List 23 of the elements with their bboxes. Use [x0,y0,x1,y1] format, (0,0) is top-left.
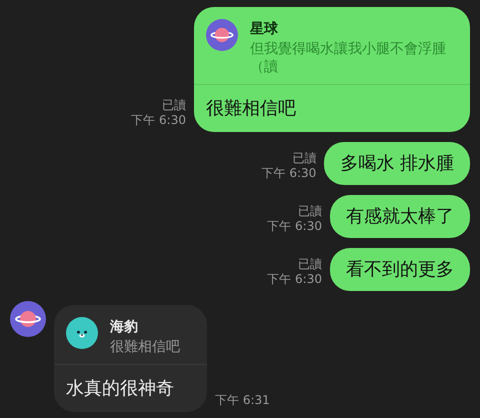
message-bubble[interactable]: 星球 但我覺得喝水讓我小腿不會浮腫（讀 很難相信吧 [194,7,470,132]
message-bubble[interactable]: 有感就太棒了 [330,195,470,238]
message-time: 下午 6:30 [267,219,322,234]
seal-avatar-icon [66,317,98,349]
message-text: 很難相信吧 [205,97,297,121]
read-receipt: 已讀 [292,151,316,166]
message-time: 下午 6:30 [131,113,186,128]
reply-sender-name: 海豹 [110,318,139,337]
read-receipt: 已讀 [298,257,322,272]
read-receipt: 已讀 [162,98,186,113]
message-bubble[interactable]: 多喝水 排水腫 [324,142,470,185]
message-bubble[interactable]: 海豹 很難相信吧 水真的很神奇 [54,305,207,412]
reply-sender-name: 星球 [250,20,279,39]
message-time: 下午 6:30 [267,272,322,287]
message-time: 下午 6:30 [262,166,316,181]
message-text: 水真的很神奇 [65,377,175,401]
message-bubble[interactable]: 看不到的更多 [330,248,470,291]
message-time: 下午 6:31 [215,393,270,408]
read-receipt: 已讀 [298,204,322,219]
planet-avatar-icon [206,19,238,51]
quoted-text: 很難相信吧 [110,338,180,356]
planet-avatar-icon [10,301,46,337]
quoted-text: 但我覺得喝水讓我小腿不會浮腫（讀 [250,40,447,76]
